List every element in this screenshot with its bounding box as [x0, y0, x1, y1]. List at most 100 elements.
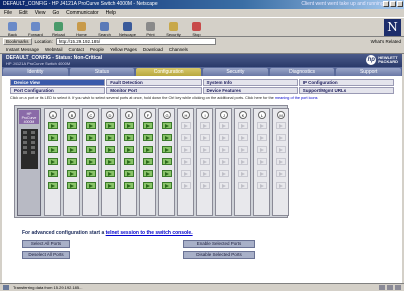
port-icon[interactable] — [48, 134, 58, 141]
port-icon[interactable] — [162, 146, 172, 153]
close-button[interactable] — [397, 1, 403, 7]
personal-link-people[interactable]: People — [90, 46, 104, 53]
netscape-button[interactable]: Netscape — [118, 18, 137, 37]
module-slot[interactable]: G — [158, 108, 175, 216]
subtab-device-features[interactable]: Device Features — [202, 87, 298, 94]
back-button[interactable]: Back — [3, 18, 22, 37]
menu-item-go[interactable]: Go — [52, 9, 59, 17]
tab-identity[interactable]: Identity — [3, 68, 68, 76]
module-slot[interactable]: M — [272, 108, 289, 216]
port-icon[interactable] — [86, 134, 96, 141]
telnet-session-link[interactable]: telnet session to the switch console. — [106, 230, 193, 236]
module-slot[interactable]: D — [101, 108, 118, 216]
port-icon[interactable] — [124, 122, 134, 129]
menu-item-view[interactable]: View — [35, 9, 46, 17]
tab-support[interactable]: Support — [336, 68, 402, 76]
port-icon[interactable] — [124, 170, 134, 177]
port-icon[interactable] — [143, 158, 153, 165]
tab-security[interactable]: Security — [203, 68, 268, 76]
port-icon[interactable] — [67, 170, 77, 177]
module-slot[interactable]: H — [177, 108, 194, 216]
port-icon[interactable] — [86, 182, 96, 189]
stop-button[interactable]: Stop — [187, 18, 206, 37]
enable-selected-ports-button[interactable]: Enable Selected Ports — [183, 240, 255, 248]
port-icon[interactable] — [86, 158, 96, 165]
port-icon[interactable] — [124, 158, 134, 165]
forward-button[interactable]: Forward — [26, 18, 45, 37]
menu-item-edit[interactable]: Edit — [19, 9, 28, 17]
whats-related-button[interactable]: What's Related — [371, 39, 401, 44]
url-input[interactable]: http://15.29.192.185/ — [55, 38, 216, 45]
deselect-all-ports-button[interactable]: Deselect All Ports — [22, 251, 70, 259]
personal-link-channels[interactable]: Channels — [169, 46, 188, 53]
port-icon[interactable] — [48, 146, 58, 153]
reload-button[interactable]: Reload — [49, 18, 68, 37]
port-icon[interactable] — [86, 122, 96, 129]
port-icon[interactable] — [67, 122, 77, 129]
module-slot[interactable]: F — [139, 108, 156, 216]
port-icon[interactable] — [124, 182, 134, 189]
port-icon[interactable] — [124, 134, 134, 141]
menu-item-communicator[interactable]: Communicator — [66, 9, 99, 17]
module-slot[interactable]: E — [120, 108, 137, 216]
personal-link-webmail[interactable]: WebMail — [45, 46, 62, 53]
netscape-logo[interactable]: N — [384, 19, 401, 36]
subtab-port-configuration[interactable]: Port Configuration — [10, 87, 106, 94]
personal-link-yellow-pages[interactable]: Yellow Pages — [110, 46, 137, 53]
component-bar-icon[interactable] — [379, 285, 385, 290]
composer-icon[interactable] — [395, 285, 401, 290]
port-icon[interactable] — [105, 122, 115, 129]
port-icon[interactable] — [105, 146, 115, 153]
tab-status[interactable]: Status — [69, 68, 135, 76]
minimize-button[interactable] — [383, 1, 389, 7]
subtab-system-info[interactable]: System Info — [202, 79, 298, 86]
subtab-fault-detection[interactable]: Fault Detection — [106, 79, 202, 86]
maximize-button[interactable] — [390, 1, 396, 7]
port-icon[interactable] — [143, 170, 153, 177]
module-slot[interactable]: A — [44, 108, 61, 216]
port-icon[interactable] — [67, 158, 77, 165]
port-icon[interactable] — [105, 158, 115, 165]
search-button[interactable]: Search — [95, 18, 114, 37]
security-button[interactable]: Security — [164, 18, 183, 37]
personal-link-download[interactable]: Download — [143, 46, 163, 53]
tab-configuration[interactable]: Configuration — [136, 68, 202, 76]
home-button[interactable]: Home — [72, 18, 91, 37]
select-all-ports-button[interactable]: Select All Ports — [22, 240, 70, 248]
bookmarks-button[interactable]: Bookmarks — [3, 38, 32, 45]
disable-selected-ports-button[interactable]: Disable Selected Ports — [183, 251, 255, 259]
subtab-device-view[interactable]: Device View — [10, 79, 106, 86]
port-icon[interactable] — [86, 170, 96, 177]
tab-diagnostics[interactable]: Diagnostics — [269, 68, 335, 76]
module-slot[interactable]: J — [215, 108, 232, 216]
port-icon[interactable] — [105, 134, 115, 141]
print-button[interactable]: Print — [141, 18, 160, 37]
port-icon[interactable] — [162, 158, 172, 165]
menu-item-file[interactable]: File — [4, 9, 12, 17]
port-icon[interactable] — [67, 134, 77, 141]
port-icon[interactable] — [143, 146, 153, 153]
subtab-monitor-port[interactable]: Monitor Port — [106, 87, 202, 94]
module-slot[interactable]: L — [253, 108, 270, 216]
port-icon[interactable] — [162, 170, 172, 177]
port-icon[interactable] — [143, 122, 153, 129]
port-icon[interactable] — [48, 182, 58, 189]
port-icon[interactable] — [105, 170, 115, 177]
port-icon[interactable] — [48, 122, 58, 129]
module-slot[interactable]: B — [63, 108, 80, 216]
port-icon[interactable] — [143, 182, 153, 189]
module-slot[interactable]: K — [234, 108, 251, 216]
personal-link-contact[interactable]: Contact — [68, 46, 84, 53]
module-slot[interactable]: I — [196, 108, 213, 216]
module-slot[interactable]: C — [82, 108, 99, 216]
mail-icon[interactable] — [387, 285, 393, 290]
port-icon[interactable] — [67, 182, 77, 189]
port-icons-link[interactable]: meaning of the port icons — [275, 96, 318, 100]
subtab-ip-configuration[interactable]: IP Configuration — [298, 79, 394, 86]
port-icon[interactable] — [48, 170, 58, 177]
management-module[interactable]: HP ProCurve 4000M — [17, 108, 41, 216]
port-icon[interactable] — [124, 146, 134, 153]
personal-link-instant-message[interactable]: Instant Message — [6, 46, 39, 53]
port-icon[interactable] — [162, 182, 172, 189]
port-icon[interactable] — [162, 134, 172, 141]
